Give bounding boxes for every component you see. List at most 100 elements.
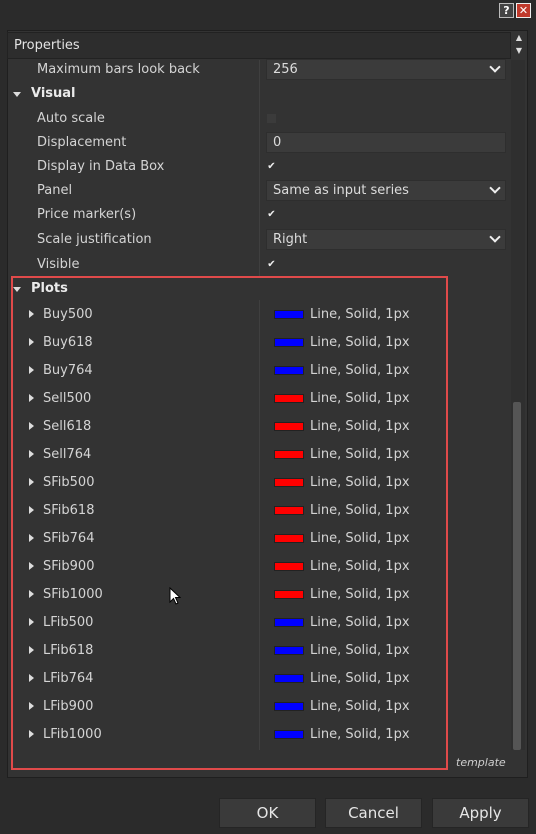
- plot-style-description: Line, Solid, 1px: [310, 531, 410, 546]
- plot-row[interactable]: Buy764 Line, Solid, 1px: [0, 357, 440, 385]
- scale-justification-value: Right: [273, 232, 308, 247]
- panel-value: Same as input series: [273, 183, 409, 198]
- plot-row[interactable]: Sell764 Line, Solid, 1px: [0, 441, 440, 469]
- close-button[interactable]: ✕: [516, 3, 531, 18]
- expand-caret-icon[interactable]: [29, 646, 34, 654]
- expand-caret-icon[interactable]: [29, 366, 34, 374]
- plot-color-swatch[interactable]: [274, 618, 304, 627]
- plot-style-description: Line, Solid, 1px: [310, 699, 410, 714]
- ok-button[interactable]: OK: [219, 798, 316, 828]
- plot-color-swatch[interactable]: [274, 562, 304, 571]
- plot-name: LFib500: [43, 615, 94, 630]
- visible-checkbox[interactable]: ✔: [266, 259, 277, 270]
- plot-color-swatch[interactable]: [274, 394, 304, 403]
- expand-caret-icon[interactable]: [29, 478, 34, 486]
- plot-color-swatch[interactable]: [274, 338, 304, 347]
- expand-caret-icon[interactable]: [29, 562, 34, 570]
- display-in-data-box-label: Display in Data Box: [37, 159, 165, 174]
- plot-row[interactable]: SFib500 Line, Solid, 1px: [0, 469, 440, 497]
- plot-color-swatch[interactable]: [274, 366, 304, 375]
- plot-color-swatch[interactable]: [274, 646, 304, 655]
- plot-name: SFib500: [43, 475, 95, 490]
- plot-color-swatch[interactable]: [274, 674, 304, 683]
- plot-row[interactable]: LFib618 Line, Solid, 1px: [0, 637, 440, 665]
- properties-title: Properties: [14, 38, 80, 53]
- plot-color-swatch[interactable]: [274, 422, 304, 431]
- plot-color-swatch[interactable]: [274, 534, 304, 543]
- plot-color-swatch[interactable]: [274, 310, 304, 319]
- plot-style-description: Line, Solid, 1px: [310, 335, 410, 350]
- plot-style-description: Line, Solid, 1px: [310, 363, 410, 378]
- plot-color-swatch[interactable]: [274, 450, 304, 459]
- expand-caret-icon[interactable]: [29, 310, 34, 318]
- expand-caret-icon[interactable]: [29, 702, 34, 710]
- scrollbar-thumb[interactable]: [513, 402, 521, 750]
- plot-style-description: Line, Solid, 1px: [310, 587, 410, 602]
- collapse-plots-icon[interactable]: [13, 287, 21, 292]
- maximum-bars-label: Maximum bars look back: [37, 62, 200, 77]
- plot-style-description: Line, Solid, 1px: [310, 391, 410, 406]
- help-button[interactable]: ?: [499, 3, 514, 18]
- expand-caret-icon[interactable]: [29, 422, 34, 430]
- plot-style-description: Line, Solid, 1px: [310, 615, 410, 630]
- cancel-button[interactable]: Cancel: [325, 798, 422, 828]
- plot-name: Sell764: [43, 447, 92, 462]
- plot-row[interactable]: Sell618 Line, Solid, 1px: [0, 413, 440, 441]
- scroll-up-icon[interactable]: ▲: [513, 33, 525, 43]
- panel-label: Panel: [37, 183, 73, 198]
- plot-name: Sell618: [43, 419, 92, 434]
- plot-row[interactable]: Buy500 Line, Solid, 1px: [0, 301, 440, 329]
- apply-button[interactable]: Apply: [432, 798, 529, 828]
- expand-caret-icon[interactable]: [29, 674, 34, 682]
- plot-row[interactable]: SFib764 Line, Solid, 1px: [0, 525, 440, 553]
- expand-caret-icon[interactable]: [29, 338, 34, 346]
- expand-caret-icon[interactable]: [29, 506, 34, 514]
- plot-style-description: Line, Solid, 1px: [310, 559, 410, 574]
- plot-style-description: Line, Solid, 1px: [310, 503, 410, 518]
- chevron-down-icon: [489, 182, 501, 194]
- plot-row[interactable]: LFib764 Line, Solid, 1px: [0, 665, 440, 693]
- plot-name: SFib1000: [43, 587, 103, 602]
- plot-style-description: Line, Solid, 1px: [310, 727, 410, 742]
- plot-color-swatch[interactable]: [274, 590, 304, 599]
- expand-caret-icon[interactable]: [29, 618, 34, 626]
- collapse-visual-icon[interactable]: [13, 92, 21, 97]
- plot-color-swatch[interactable]: [274, 730, 304, 739]
- dialog-titlebar: ? ✕: [0, 0, 536, 24]
- plot-style-description: Line, Solid, 1px: [310, 307, 410, 322]
- plot-style-description: Line, Solid, 1px: [310, 447, 410, 462]
- expand-caret-icon[interactable]: [29, 590, 34, 598]
- plot-row[interactable]: SFib618 Line, Solid, 1px: [0, 497, 440, 525]
- displacement-label: Displacement: [37, 135, 127, 150]
- plot-color-swatch[interactable]: [274, 702, 304, 711]
- plot-color-swatch[interactable]: [274, 506, 304, 515]
- plot-row[interactable]: LFib1000 Line, Solid, 1px: [0, 721, 440, 749]
- expand-caret-icon[interactable]: [29, 450, 34, 458]
- auto-scale-checkbox[interactable]: [266, 113, 277, 124]
- displacement-input[interactable]: 0: [266, 132, 506, 153]
- plot-row[interactable]: SFib1000 Line, Solid, 1px: [0, 581, 440, 609]
- plot-name: LFib1000: [43, 727, 102, 742]
- plot-color-swatch[interactable]: [274, 478, 304, 487]
- template-link[interactable]: template: [456, 756, 506, 769]
- price-markers-checkbox[interactable]: ✔: [266, 209, 277, 220]
- expand-caret-icon[interactable]: [29, 534, 34, 542]
- plot-row[interactable]: Buy618 Line, Solid, 1px: [0, 329, 440, 357]
- auto-scale-label: Auto scale: [37, 111, 105, 126]
- scale-justification-select[interactable]: Right: [266, 229, 506, 250]
- maximum-bars-select[interactable]: 256: [266, 59, 506, 80]
- panel-select[interactable]: Same as input series: [266, 180, 506, 201]
- scroll-down-icon[interactable]: ▼: [513, 46, 525, 56]
- expand-caret-icon[interactable]: [29, 730, 34, 738]
- plot-row[interactable]: SFib900 Line, Solid, 1px: [0, 553, 440, 581]
- plot-name: Buy618: [43, 335, 93, 350]
- plot-style-description: Line, Solid, 1px: [310, 475, 410, 490]
- plot-name: Buy764: [43, 363, 93, 378]
- display-in-data-box-checkbox[interactable]: ✔: [266, 161, 277, 172]
- expand-caret-icon[interactable]: [29, 394, 34, 402]
- plot-style-description: Line, Solid, 1px: [310, 643, 410, 658]
- plot-row[interactable]: LFib500 Line, Solid, 1px: [0, 609, 440, 637]
- plot-row[interactable]: LFib900 Line, Solid, 1px: [0, 693, 440, 721]
- plot-row[interactable]: Sell500 Line, Solid, 1px: [0, 385, 440, 413]
- plot-name: Sell500: [43, 391, 92, 406]
